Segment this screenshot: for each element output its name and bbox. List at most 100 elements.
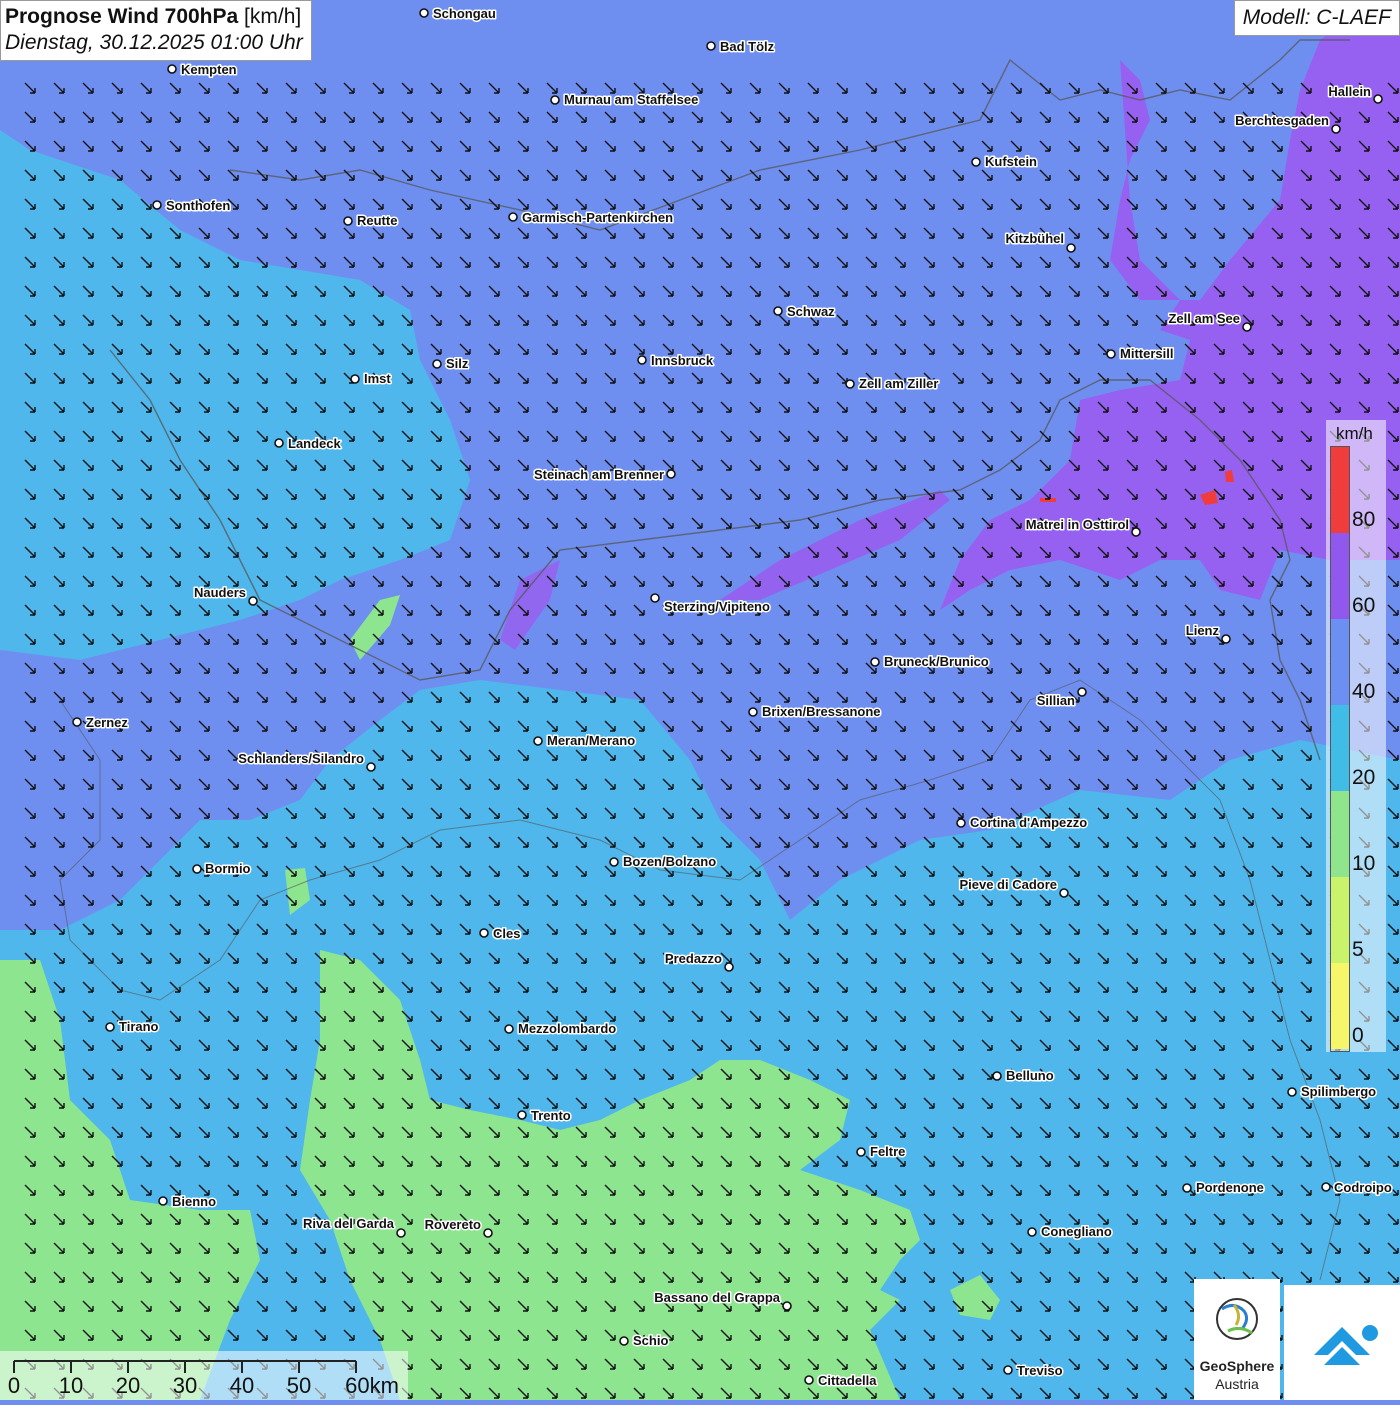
legend-segment-0-5 bbox=[1331, 963, 1349, 1049]
weather-app-logo[interactable] bbox=[1284, 1285, 1400, 1400]
city-marker: Conegliano bbox=[1027, 1223, 1113, 1241]
legend-tick: 5 bbox=[1352, 938, 1364, 961]
legend-segment-80-plus bbox=[1331, 447, 1349, 533]
svg-text:Bormio: Bormio bbox=[205, 861, 251, 876]
legend-tick: 80 bbox=[1352, 508, 1376, 531]
svg-text:Feltre: Feltre bbox=[870, 1144, 905, 1159]
svg-text:Conegliano: Conegliano bbox=[1041, 1224, 1112, 1239]
svg-text:Spilimbergo: Spilimbergo bbox=[1301, 1084, 1376, 1099]
scale-label: 40 bbox=[230, 1373, 254, 1398]
svg-text:Landeck: Landeck bbox=[288, 436, 342, 451]
city-marker: Murnau am Staffelsee bbox=[550, 91, 700, 109]
svg-text:Kufstein: Kufstein bbox=[985, 154, 1037, 169]
legend-tick: 20 bbox=[1352, 766, 1376, 789]
city-marker: Pordenone bbox=[1182, 1179, 1265, 1197]
scale-bar: 0 10 20 30 40 50 60km bbox=[0, 1351, 408, 1400]
svg-text:Lienz: Lienz bbox=[1186, 623, 1220, 638]
city-marker: Mezzolombardo bbox=[504, 1020, 618, 1038]
svg-text:Bienno: Bienno bbox=[172, 1194, 216, 1209]
legend-segment-5-10 bbox=[1331, 877, 1349, 963]
svg-text:Schio: Schio bbox=[633, 1333, 668, 1348]
legend-segment-40-60 bbox=[1331, 619, 1349, 705]
svg-text:Bruneck/Brunico: Bruneck/Brunico bbox=[884, 654, 989, 669]
svg-text:Rovereto: Rovereto bbox=[425, 1217, 481, 1232]
city-marker: Bruneck/Brunico bbox=[870, 653, 990, 671]
city-marker: Meran/Merano bbox=[533, 732, 637, 750]
svg-text:Reutte: Reutte bbox=[357, 213, 397, 228]
legend-segment-10-20 bbox=[1331, 791, 1349, 877]
color-legend: km/h 80 60 40 20 10 5 0 bbox=[1326, 420, 1386, 1052]
svg-text:Bassano del Grappa: Bassano del Grappa bbox=[654, 1290, 780, 1305]
logo-name: GeoSphere bbox=[1199, 1358, 1275, 1374]
city-marker: Zell am Ziller bbox=[845, 375, 940, 393]
svg-text:Riva del Garda: Riva del Garda bbox=[303, 1216, 395, 1231]
svg-text:Brixen/Bressanone: Brixen/Bressanone bbox=[762, 704, 881, 719]
scale-bar-graphic: 0 10 20 30 40 50 60km bbox=[8, 1360, 399, 1398]
scale-label: 0 bbox=[8, 1373, 20, 1398]
scale-label: 10 bbox=[59, 1373, 83, 1398]
svg-text:Predazzo: Predazzo bbox=[665, 951, 722, 966]
svg-text:Berchtesgaden: Berchtesgaden bbox=[1235, 113, 1329, 128]
map-title: Prognose Wind 700hPa [km/h] bbox=[5, 5, 302, 28]
legend-segment-20-40 bbox=[1331, 705, 1349, 791]
svg-text:Mittersill: Mittersill bbox=[1120, 346, 1173, 361]
legend-tick: 60 bbox=[1352, 594, 1376, 617]
city-marker: Cortina d'Ampezzo bbox=[956, 814, 1089, 832]
svg-text:Zell am See: Zell am See bbox=[1168, 311, 1240, 326]
map-title-box: Prognose Wind 700hPa [km/h] Dienstag, 30… bbox=[0, 0, 312, 61]
svg-text:Cortina d'Ampezzo: Cortina d'Ampezzo bbox=[970, 815, 1087, 830]
svg-text:Silz: Silz bbox=[446, 356, 469, 371]
svg-text:Innsbruck: Innsbruck bbox=[651, 353, 714, 368]
scale-label: 20 bbox=[116, 1373, 140, 1398]
svg-text:Matrei in Osttirol: Matrei in Osttirol bbox=[1026, 517, 1129, 532]
logo-subname: Austria bbox=[1215, 1376, 1259, 1392]
weather-app-icon bbox=[1314, 1325, 1378, 1365]
scale-label: 50 bbox=[287, 1373, 311, 1398]
svg-text:Sonthofen: Sonthofen bbox=[166, 198, 230, 213]
svg-text:Sillian: Sillian bbox=[1037, 693, 1075, 708]
svg-text:Cittadella: Cittadella bbox=[818, 1373, 877, 1388]
geosphere-emblem-icon bbox=[1216, 1298, 1258, 1340]
legend-tick: 0 bbox=[1352, 1024, 1364, 1047]
city-marker: Bozen/Bolzano bbox=[609, 853, 718, 871]
svg-text:Treviso: Treviso bbox=[1017, 1363, 1063, 1378]
scale-label: 60km bbox=[345, 1373, 399, 1398]
svg-text:Pordenone: Pordenone bbox=[1196, 1180, 1264, 1195]
svg-text:Bad Tölz: Bad Tölz bbox=[720, 39, 775, 54]
svg-text:Bozen/Bolzano: Bozen/Bolzano bbox=[623, 854, 716, 869]
city-marker: Garmisch-Partenkirchen bbox=[508, 209, 675, 227]
svg-text:Cles: Cles bbox=[493, 926, 520, 941]
svg-text:Tirano: Tirano bbox=[119, 1019, 159, 1034]
svg-text:Meran/Merano: Meran/Merano bbox=[547, 733, 635, 748]
legend-segment-60-80 bbox=[1331, 533, 1349, 619]
svg-text:Pieve di Cadore: Pieve di Cadore bbox=[959, 877, 1057, 892]
svg-text:Zell am Ziller: Zell am Ziller bbox=[859, 376, 938, 391]
scale-label: 30 bbox=[173, 1373, 197, 1398]
geosphere-logo[interactable]: GeoSphere Austria bbox=[1194, 1279, 1280, 1400]
svg-text:Nauders: Nauders bbox=[194, 585, 246, 600]
legend-tick: 10 bbox=[1352, 852, 1376, 875]
svg-text:Mezzolombardo: Mezzolombardo bbox=[518, 1021, 616, 1036]
svg-text:Sterzing/Vipiteno: Sterzing/Vipiteno bbox=[664, 599, 770, 614]
svg-text:Zernez: Zernez bbox=[86, 715, 128, 730]
city-marker: Steinach am Brenner bbox=[532, 466, 676, 484]
forecast-datetime: Dienstag, 30.12.2025 01:00 Uhr bbox=[5, 31, 303, 54]
svg-text:Belluno: Belluno bbox=[1006, 1068, 1054, 1083]
svg-text:Schwaz: Schwaz bbox=[787, 304, 835, 319]
svg-text:Garmisch-Partenkirchen: Garmisch-Partenkirchen bbox=[522, 210, 673, 225]
svg-text:Steinach am Brenner: Steinach am Brenner bbox=[534, 467, 664, 482]
model-label: Modell: C-LAEF bbox=[1233, 0, 1400, 36]
city-marker: Spilimbergo bbox=[1287, 1083, 1378, 1101]
city-marker: Brixen/Bressanone bbox=[748, 703, 882, 721]
wind-map: Schongau Bad Tölz Kempten Murnau am Staf… bbox=[0, 0, 1400, 1400]
svg-text:Imst: Imst bbox=[364, 371, 391, 386]
svg-text:Schongau: Schongau bbox=[433, 6, 496, 21]
svg-text:Murnau am Staffelsee: Murnau am Staffelsee bbox=[564, 92, 698, 107]
svg-text:Kitzbühel: Kitzbühel bbox=[1006, 231, 1065, 246]
svg-text:Hallein: Hallein bbox=[1328, 84, 1371, 99]
legend-unit: km/h bbox=[1336, 424, 1373, 443]
legend-tick: 40 bbox=[1352, 680, 1376, 703]
svg-text:Schlanders/Silandro: Schlanders/Silandro bbox=[238, 751, 364, 766]
svg-text:Codroipo: Codroipo bbox=[1334, 1180, 1392, 1195]
legend-color-bar bbox=[1330, 446, 1350, 1052]
